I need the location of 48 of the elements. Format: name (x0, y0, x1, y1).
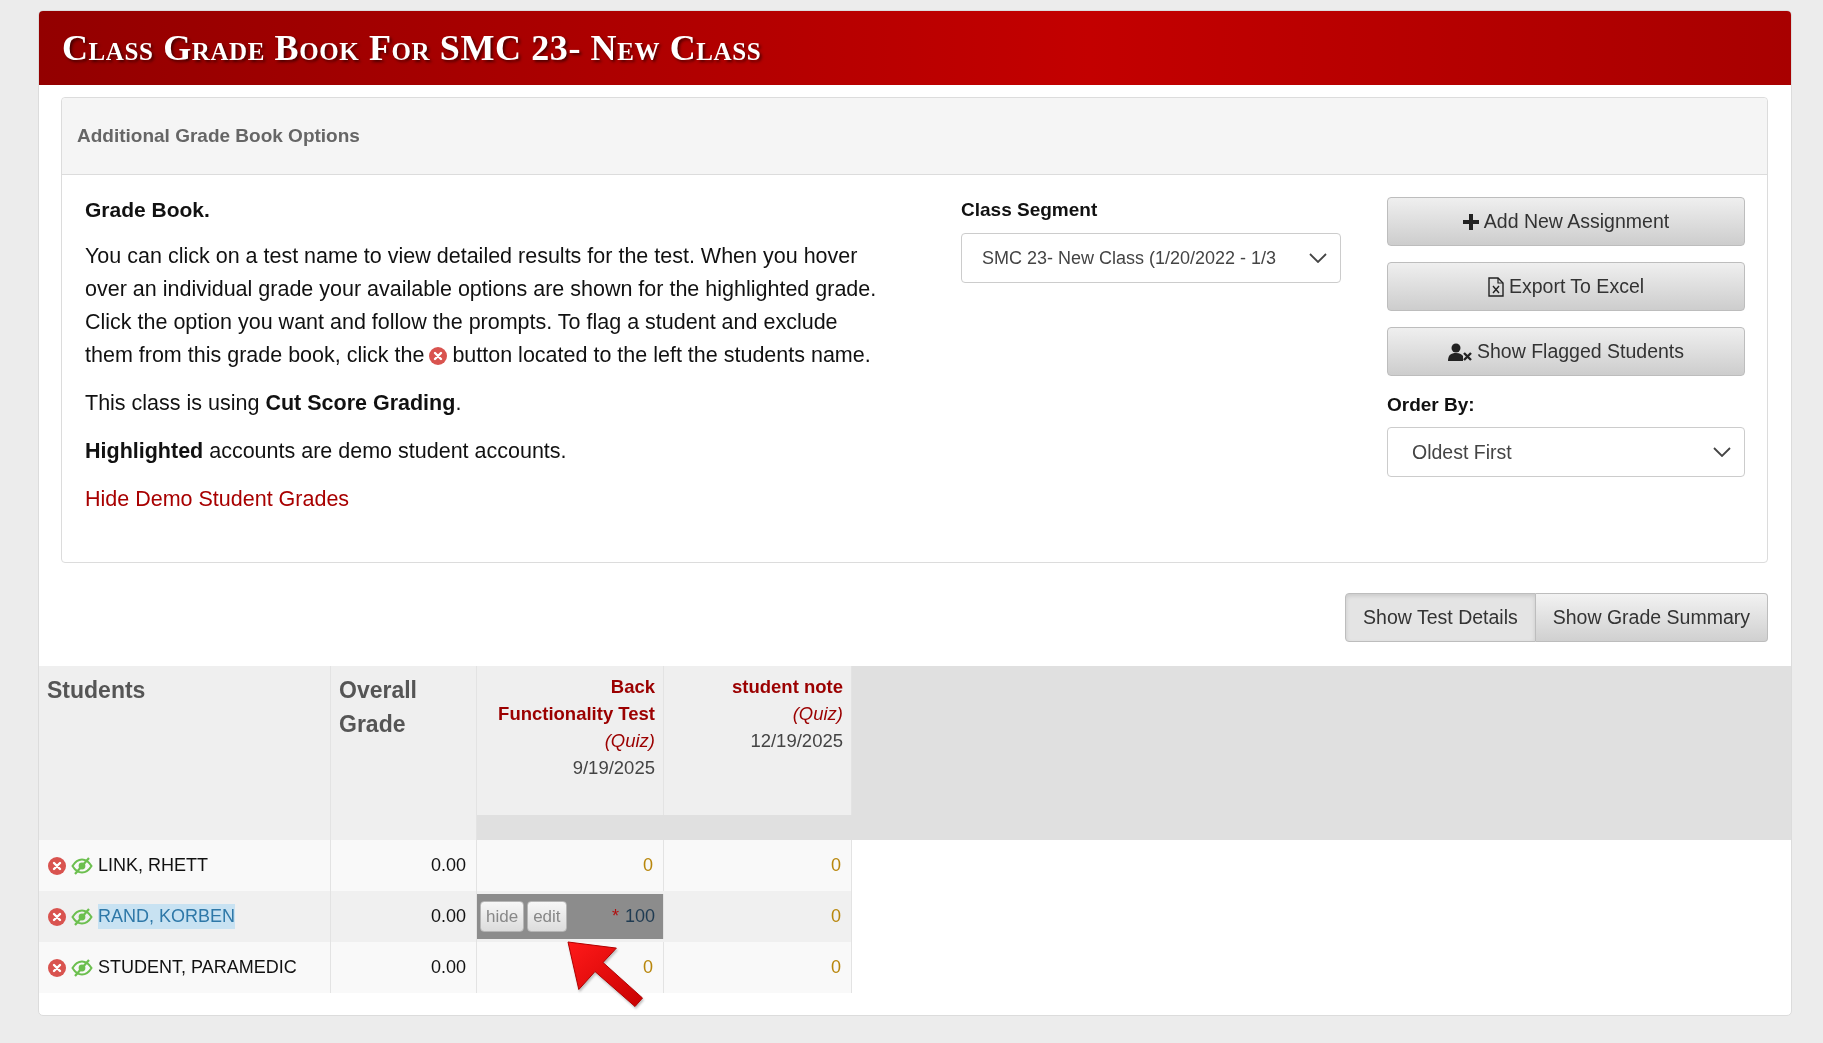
overall-grade: 0.00 (430, 957, 466, 978)
column-header: Students (47, 676, 146, 705)
student-name: RAND, KORBEN (98, 904, 236, 929)
eye-slash-icon[interactable] (71, 958, 93, 977)
assignment-type: (Quiz) (792, 702, 843, 726)
x-circle-icon[interactable] (48, 958, 66, 977)
assignment-link[interactable]: Back Functionality Test (494, 673, 655, 727)
x-circle-icon (429, 347, 448, 365)
grading-note: This class is using Cut Score Grading. (85, 390, 463, 417)
eye-slash-icon[interactable] (71, 856, 93, 875)
hide-demo-link[interactable]: Hide Demo Student Grades (85, 487, 350, 511)
chevron-down-icon (1713, 447, 1731, 457)
action-button[interactable]: Export To Excel (1387, 262, 1745, 311)
field-label: Order By: (1387, 393, 1476, 417)
spreadsheet-file-icon (1487, 276, 1504, 297)
user-x-icon (1447, 342, 1472, 361)
grade-value: 0 (643, 957, 653, 978)
overall-grade: 0.00 (430, 855, 466, 876)
chevron-down-icon (1309, 253, 1327, 263)
assignment-date: 12/19/2025 (750, 729, 843, 753)
assignment-type: (Quiz) (604, 729, 655, 753)
plus-icon (1462, 213, 1479, 230)
action-button[interactable]: Add New Assignment (1387, 197, 1745, 246)
x-circle-icon[interactable] (48, 907, 66, 926)
section-heading: Grade Book. (85, 197, 211, 223)
grade-value: 0 (831, 906, 841, 927)
view-toggle-button[interactable]: Show Test Details (1345, 593, 1536, 642)
grade-value: * 100 (611, 906, 655, 927)
order-by-select[interactable]: Oldest First (1387, 427, 1745, 477)
grade-value: 0 (643, 855, 653, 876)
assignment-link[interactable]: student note (732, 673, 843, 700)
instructions-text: You can click on a test name to view detailed results for the test. When you hover over an individual grade your available options are shown for the highlighted grade. Click the option you want and follow the prompts. To flag a student and exclude them from this grade book, click the button located to the left the students name. (85, 243, 878, 369)
grade-value: 0 (831, 855, 841, 876)
column-header: Overall Grade (339, 676, 418, 739)
class-segment-select[interactable]: SMC 23- New Class (1/20/2022 - 1/3 (961, 233, 1341, 283)
demo-note: Highlighted accounts are demo student accounts. (85, 438, 568, 465)
eye-slash-icon[interactable] (71, 907, 93, 926)
page-title: Class Grade Book For SMC 23- New Class (62, 27, 762, 69)
assignment-date: 9/19/2025 (572, 756, 655, 780)
action-button[interactable]: Show Flagged Students (1387, 327, 1745, 376)
overall-grade: 0.00 (430, 906, 466, 927)
student-name: STUDENT, PARAMEDIC (98, 956, 297, 979)
student-name: LINK, RHETT (98, 854, 208, 877)
field-label: Class Segment (961, 198, 1099, 222)
view-toggle-button[interactable]: Show Grade Summary (1535, 593, 1768, 642)
panel-header: Additional Grade Book Options (62, 98, 1767, 175)
grade-value: 0 (831, 957, 841, 978)
x-circle-icon[interactable] (48, 856, 66, 875)
